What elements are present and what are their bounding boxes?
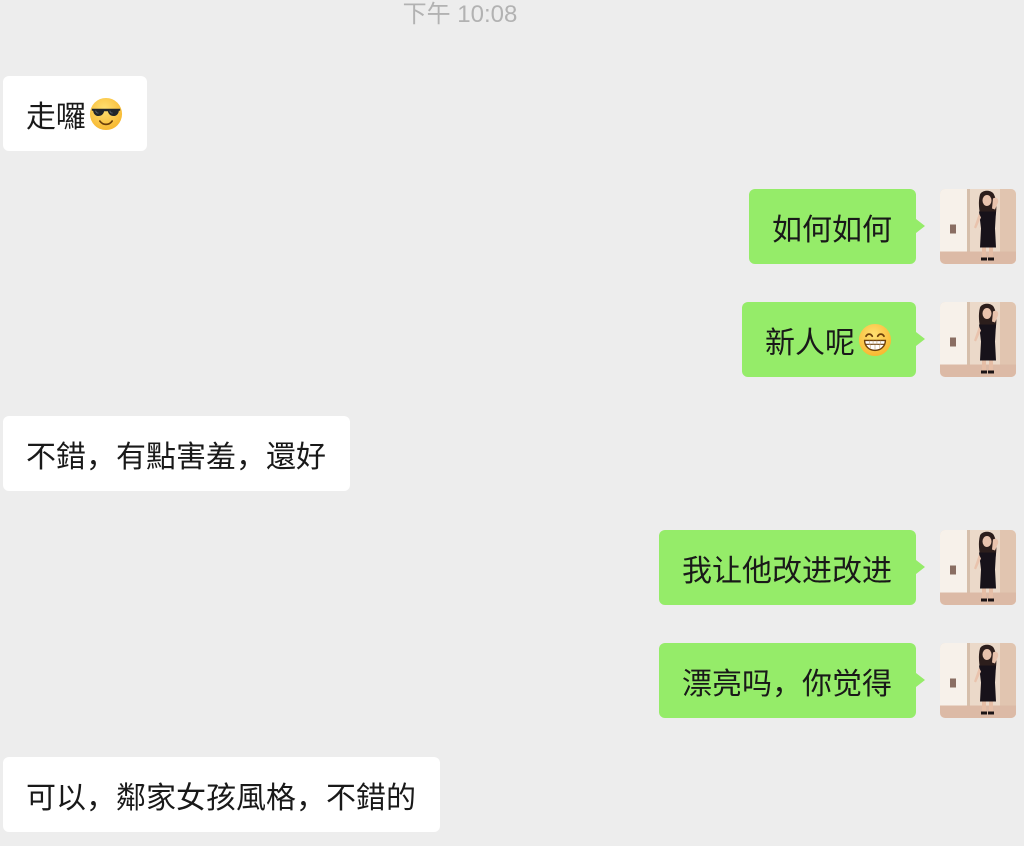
message-text: 如何如何: [772, 212, 892, 248]
message-row: 我让他改进改进: [0, 530, 1024, 605]
avatar-image: [940, 302, 1016, 377]
avatar[interactable]: [940, 530, 1016, 605]
avatar[interactable]: [940, 189, 1016, 264]
message-text: 我让他改进改进: [682, 553, 892, 589]
message-text: 走囉: [26, 99, 86, 135]
message-text: 不錯，有點害羞，還好: [26, 439, 326, 475]
sent-message-bubble[interactable]: 如何如何: [749, 189, 925, 264]
smiling-face-with-sunglasses-icon: [89, 97, 123, 131]
avatar-image: [940, 643, 1016, 718]
avatar[interactable]: [940, 643, 1016, 718]
grinning-face-with-smiling-eyes-icon: [858, 323, 892, 357]
message-timestamp: 下午 10:08: [402, 1, 518, 28]
avatar[interactable]: [940, 302, 1016, 377]
sent-message-bubble[interactable]: 漂亮吗，你觉得: [659, 643, 925, 718]
message-row: 走囉: [0, 76, 1024, 151]
avatar-image: [940, 189, 1016, 264]
avatar-image: [940, 530, 1016, 605]
message-row: 漂亮吗，你觉得: [0, 643, 1024, 718]
received-message-bubble[interactable]: 不錯，有點害羞，還好: [3, 416, 350, 491]
message-text: 漂亮吗，你觉得: [682, 666, 892, 702]
message-row: 可以，鄰家女孩風格，不錯的: [0, 757, 1024, 832]
message-text: 可以，鄰家女孩風格，不錯的: [26, 780, 416, 816]
received-message-bubble[interactable]: 走囉: [3, 76, 147, 151]
message-text: 新人呢: [765, 325, 855, 361]
received-message-bubble[interactable]: 可以，鄰家女孩風格，不錯的: [3, 757, 440, 832]
sent-message-bubble[interactable]: 新人呢: [742, 302, 925, 377]
message-row: 不錯，有點害羞，還好: [0, 416, 1024, 491]
sent-message-bubble[interactable]: 我让他改进改进: [659, 530, 925, 605]
message-row: 如何如何: [0, 189, 1024, 264]
message-row: 新人呢: [0, 302, 1024, 377]
chat-view: 下午 10:08 走囉 如何如何 新人呢 不錯，有點害羞，還好 我让他改进改进 …: [0, 0, 1024, 846]
